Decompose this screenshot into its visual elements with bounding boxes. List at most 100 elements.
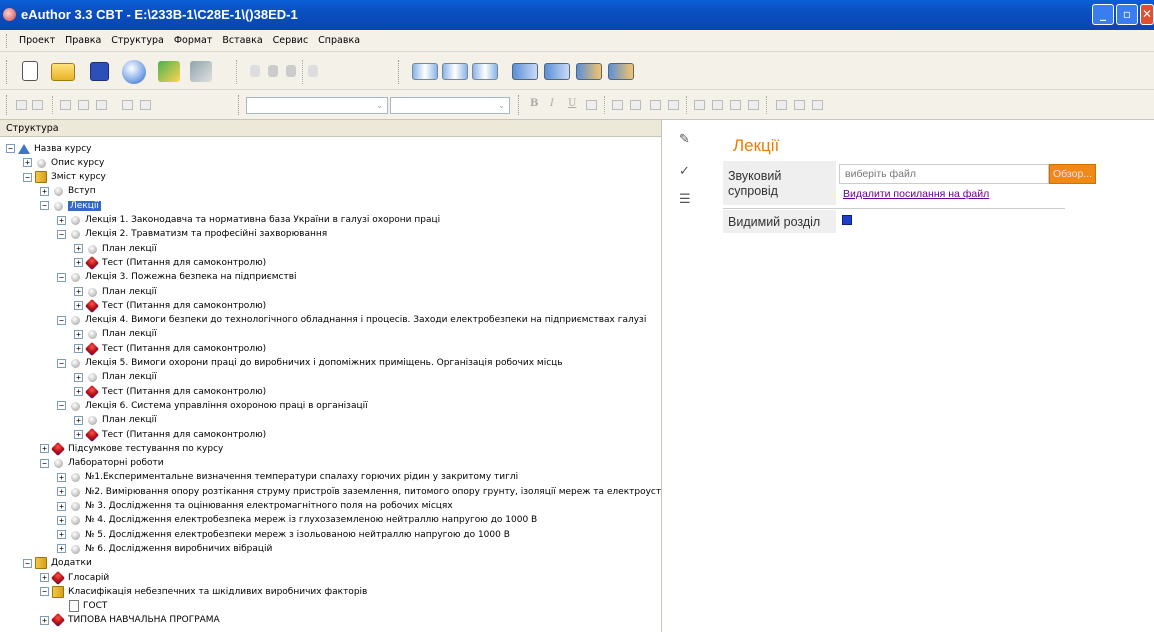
outdent-icon[interactable]: [650, 100, 661, 110]
collapse-icon[interactable]: −: [40, 201, 49, 211]
expand-icon[interactable]: +: [74, 287, 83, 296]
bullet-list-icon[interactable]: [630, 100, 641, 110]
tree-item[interactable]: + Тест (Питання для самоконтролю): [74, 427, 266, 442]
collapse-icon[interactable]: −: [6, 144, 15, 153]
text-color-icon[interactable]: [586, 100, 597, 110]
align-center-icon[interactable]: [712, 100, 723, 110]
expand-icon[interactable]: +: [40, 444, 49, 454]
expand-icon[interactable]: +: [74, 344, 83, 354]
list-icon[interactable]: ☰: [679, 192, 691, 207]
tree-item[interactable]: + Тест (Питання для самоконтролю): [74, 298, 266, 313]
collapse-icon[interactable]: −: [23, 172, 32, 182]
move-right-icon[interactable]: [608, 63, 634, 80]
expand-icon[interactable]: +: [57, 544, 66, 554]
remove-file-link[interactable]: Видалити посилання на файл: [843, 188, 989, 200]
expand-icon[interactable]: +: [74, 430, 83, 439]
tree-item[interactable]: − Лекція 4. Вимоги безпеки до технологічн…: [57, 313, 646, 328]
tree-item[interactable]: − Класифікація небезпечних та шкідливих в…: [40, 584, 367, 599]
tree-item[interactable]: − Лабораторні роботи: [40, 456, 164, 471]
tree-item[interactable]: + №2. Вимірювання опору розтікання струму…: [57, 484, 661, 499]
tree-item[interactable]: + План лекції: [74, 370, 157, 385]
expand-icon[interactable]: +: [57, 487, 66, 497]
tree-item[interactable]: − Назва курсу: [6, 141, 92, 156]
move-up-icon[interactable]: [512, 63, 538, 80]
expand-icon[interactable]: +: [57, 215, 66, 225]
tree-item[interactable]: + Підсумкове тестування по курсу: [40, 441, 223, 456]
bold-icon[interactable]: B: [530, 98, 538, 109]
link-icon[interactable]: [140, 100, 151, 110]
font-size-select[interactable]: ⌄: [390, 97, 510, 114]
close-button[interactable]: ✕: [1140, 4, 1154, 25]
structure-tree[interactable]: − Назва курсу + Опис курсу − Зміст курсу + Всту…: [0, 137, 661, 632]
tree-item[interactable]: + Тест (Питання для самоконтролю): [74, 341, 266, 356]
toolbar-grip[interactable]: [398, 60, 400, 84]
italic-icon[interactable]: I: [550, 98, 554, 109]
collapse-icon[interactable]: −: [57, 358, 66, 368]
collapse-icon[interactable]: −: [23, 558, 32, 568]
menu-item[interactable]: Правка: [60, 30, 106, 52]
expand-icon[interactable]: +: [40, 573, 49, 582]
tree-item[interactable]: + Тест (Питання для самоконтролю): [74, 384, 266, 399]
align-justify-icon[interactable]: [748, 100, 759, 110]
heading-1-icon[interactable]: [60, 100, 71, 110]
menu-item[interactable]: Проект: [14, 30, 60, 52]
numbered-list-icon[interactable]: [612, 100, 623, 110]
edit-icon[interactable]: ✎: [679, 132, 690, 147]
expand-icon[interactable]: +: [23, 158, 32, 168]
expand-icon[interactable]: +: [57, 530, 66, 540]
menu-item[interactable]: Формат: [169, 30, 218, 52]
tree-item[interactable]: − Додатки: [23, 556, 92, 571]
tree-item[interactable]: + Тест (Питання для самоконтролю): [74, 255, 266, 270]
tree-item[interactable]: + № 4. Дослідження електробезпека мереж і…: [57, 513, 537, 528]
collapse-icon[interactable]: −: [57, 401, 66, 411]
browse-button[interactable]: Обзор...: [1049, 164, 1096, 184]
copy-icon[interactable]: [268, 65, 278, 77]
tree-item[interactable]: + План лекції: [74, 241, 157, 256]
move-down-icon[interactable]: [544, 63, 570, 80]
tree-item[interactable]: + План лекції: [74, 327, 157, 342]
minimize-button[interactable]: _: [1092, 4, 1114, 25]
open-folder-icon[interactable]: [51, 63, 75, 81]
tree-item[interactable]: + План лекції: [74, 413, 157, 428]
tree-item[interactable]: + № 6. Дослідження виробничих вібрацій: [57, 541, 272, 556]
expand-icon[interactable]: +: [74, 258, 83, 268]
tree-item[interactable]: + ТИПОВА НАВЧАЛЬНА ПРОГРАМА: [40, 613, 220, 628]
validate-icon[interactable]: ✓: [679, 164, 690, 179]
collapse-icon[interactable]: −: [57, 229, 66, 239]
menu-item[interactable]: Справка: [313, 30, 365, 52]
help-icon[interactable]: [122, 60, 146, 84]
collapse-icon[interactable]: −: [57, 272, 66, 282]
publish-icon[interactable]: [158, 61, 180, 82]
menu-grip[interactable]: [6, 34, 8, 48]
menu-item[interactable]: Сервис: [268, 30, 314, 52]
toolbar-grip[interactable]: [6, 60, 8, 84]
align-left-icon[interactable]: [694, 100, 705, 110]
heading-2-icon[interactable]: [78, 100, 89, 110]
tree-item[interactable]: − Лекція 6. Система управління охороною п…: [57, 398, 368, 413]
expand-icon[interactable]: +: [74, 372, 83, 382]
tree-item[interactable]: ГОСТ: [57, 599, 107, 614]
expand-icon[interactable]: +: [74, 301, 83, 311]
save-icon[interactable]: [90, 62, 109, 81]
expand-icon[interactable]: +: [57, 501, 66, 511]
insert-table-icon[interactable]: [812, 100, 823, 110]
tree-item[interactable]: + № 3. Дослідження та оцінювання електром…: [57, 499, 453, 514]
tree-item[interactable]: − Лекція 5. Вимоги охорони праці до вироб…: [57, 356, 563, 371]
style-icon[interactable]: [122, 100, 133, 110]
audio-file-input[interactable]: виберіть файл: [839, 164, 1049, 184]
arrow-up-icon[interactable]: [16, 100, 27, 110]
tree-item[interactable]: − Лекція 3. Пожежна безпека на підприємст…: [57, 270, 297, 285]
preview-icon[interactable]: [190, 61, 212, 82]
tree-item[interactable]: + Опис курсу: [23, 155, 104, 170]
expand-icon[interactable]: +: [57, 472, 66, 482]
move-left-icon[interactable]: [576, 63, 602, 80]
font-name-select[interactable]: ⌄: [246, 97, 388, 114]
menu-item[interactable]: Структура: [106, 30, 169, 52]
tree-item[interactable]: + Вступ: [40, 184, 96, 199]
tree-item[interactable]: + № 5. Дослідження електробезпеки мереж з…: [57, 527, 510, 542]
align-right-icon[interactable]: [730, 100, 741, 110]
menu-item[interactable]: Вставка: [217, 30, 267, 52]
tree-item[interactable]: + №1.Експериментальне визначення температ…: [57, 470, 518, 485]
tree-item[interactable]: + План лекції: [74, 284, 157, 299]
toolbar-grip[interactable]: [238, 95, 240, 115]
